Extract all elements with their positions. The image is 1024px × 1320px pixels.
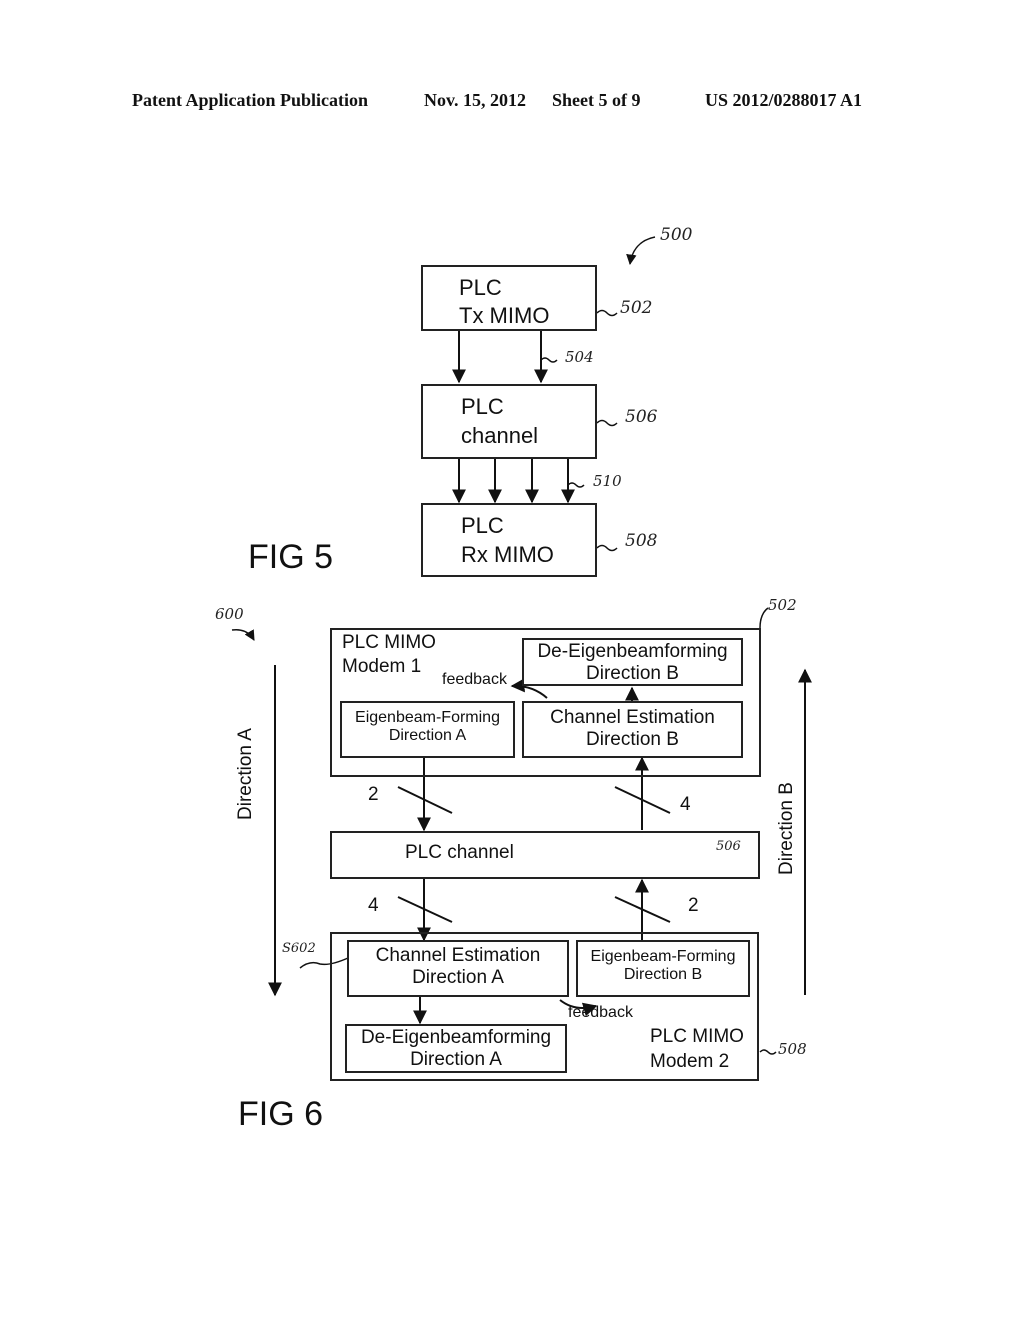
- deeigen-a-line1: De-Eigenbeamforming: [360, 1027, 552, 1048]
- eigenbeam-forming-a-block: Eigenbeam-Forming Direction A: [340, 701, 515, 758]
- fig5-channel-line1: PLC: [461, 394, 504, 419]
- bus-count-a-top: 2: [368, 784, 379, 805]
- deeigen-b-line1: De-Eigenbeamforming: [537, 641, 728, 662]
- modem1-title1: PLC MIMO: [342, 632, 436, 653]
- fig5-channel-block: PLC channel: [421, 384, 597, 459]
- chest-a-line1: Channel Estimation: [375, 945, 541, 966]
- eigen-a-line1: Eigenbeam-Forming: [355, 709, 500, 726]
- modem1-ref: 502: [768, 596, 797, 614]
- fig5-link-tx-ref: 504: [565, 348, 594, 366]
- fig5-ref-pointer: [626, 236, 656, 266]
- modem2-ref: 508: [778, 1040, 807, 1058]
- modem2-title1: PLC MIMO: [650, 1026, 744, 1047]
- modem2-sub-ref: S602: [282, 941, 316, 956]
- eigen-a-line2: Direction A: [388, 727, 467, 745]
- fig5-rx-mimo-block: PLC Rx MIMO: [421, 503, 597, 577]
- fig6-channel-ref: 506: [716, 839, 741, 854]
- modem2-feedback-label: feedback: [568, 1004, 633, 1021]
- chest-a-line2: Direction A: [412, 966, 504, 988]
- deeigenbeamforming-a-block: De-Eigenbeamforming Direction A: [345, 1024, 567, 1073]
- chest-b-line1: Channel Estimation: [550, 707, 715, 728]
- bus-count-b-top: 4: [680, 794, 691, 815]
- channel-estimation-b-block: Channel Estimation Direction B: [522, 701, 743, 758]
- fig5-rx-line1: PLC: [461, 513, 504, 538]
- eigenbeam-forming-b-block: Eigenbeam-Forming Direction B: [576, 940, 750, 997]
- fig5-tx-line2: Tx MIMO: [459, 303, 550, 328]
- fig5-label: FIG 5: [248, 538, 334, 576]
- deeigen-b-line2: Direction B: [586, 662, 679, 684]
- fig6-plc-channel-block: PLC channel 506: [330, 831, 760, 879]
- modem1-title2: Modem 1: [342, 656, 422, 677]
- deeigenbeamforming-b-block: De-Eigenbeamforming Direction B: [522, 638, 743, 686]
- fig5-tx-ref: 502: [620, 298, 653, 318]
- fig5-channel-ref: 506: [625, 407, 658, 427]
- fig5-rx-ref: 508: [625, 531, 658, 551]
- fig5-tx-mimo-block: PLC Tx MIMO: [421, 265, 597, 331]
- direction-a-label: Direction A: [235, 728, 256, 820]
- modem2-title2: Modem 2: [650, 1051, 730, 1072]
- chest-b-line2: Direction B: [586, 728, 679, 750]
- eigen-b-line1: Eigenbeam-Forming: [590, 948, 736, 965]
- fig5-ref: 500: [660, 225, 693, 245]
- bus-count-a-bottom: 4: [368, 895, 379, 916]
- fig6-channel-label: PLC channel: [405, 842, 514, 863]
- modem1-feedback-label: feedback: [442, 671, 507, 688]
- fig5-channel-line2: channel: [461, 423, 539, 448]
- fig5-tx-line1: PLC: [459, 275, 502, 300]
- channel-estimation-a-block: Channel Estimation Direction A: [347, 940, 569, 997]
- fig5-link-rx-ref: 510: [593, 472, 622, 490]
- direction-b-label: Direction B: [776, 782, 797, 875]
- fig6-ref: 600: [215, 605, 244, 623]
- fig6-label: FIG 6: [238, 1095, 324, 1133]
- bus-count-b-bottom: 2: [688, 895, 699, 916]
- deeigen-a-line2: Direction A: [410, 1048, 502, 1070]
- eigen-b-line2: Direction B: [623, 966, 703, 984]
- fig5-rx-line2: Rx MIMO: [461, 542, 554, 567]
